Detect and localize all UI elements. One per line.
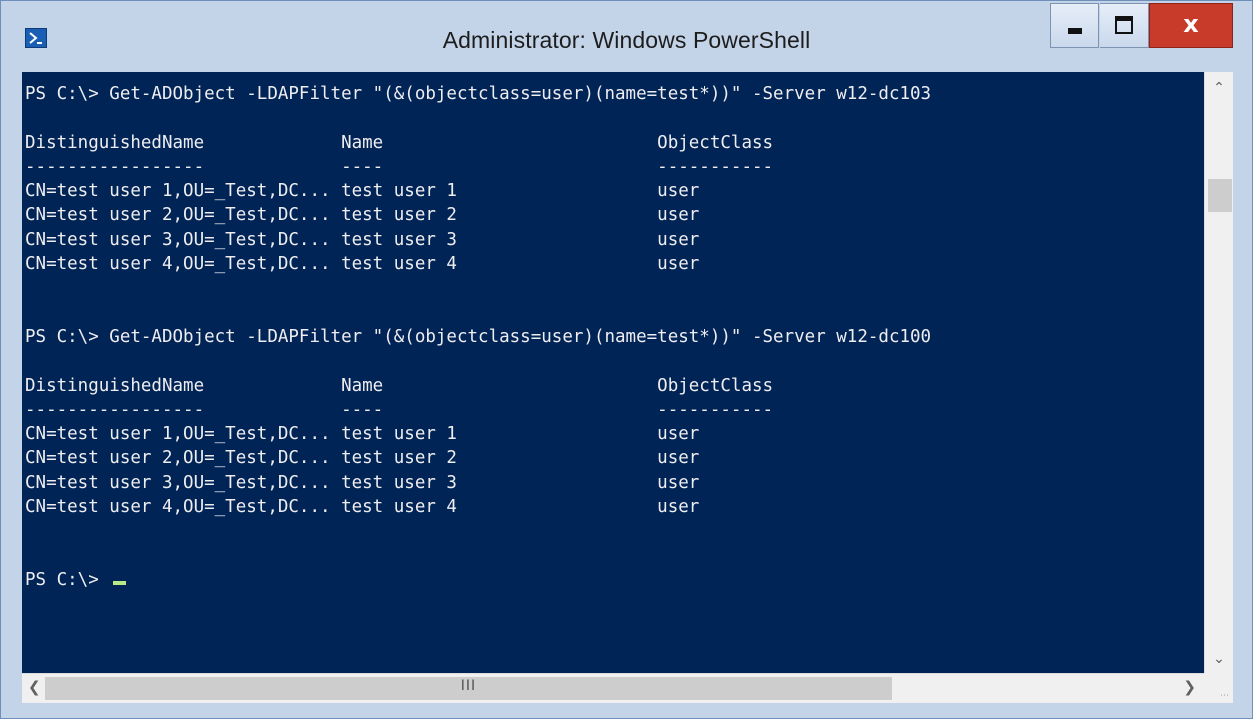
console-line: PS C:\> Get-ADObject -LDAPFilter "(&(obj… bbox=[25, 84, 932, 104]
console-line: CN=test user 2,OU=_Test,DC... test user … bbox=[25, 205, 700, 226]
console-line: DistinguishedName Name ObjectClass bbox=[25, 375, 774, 396]
console-line: CN=test user 3,OU=_Test,DC... test user … bbox=[25, 229, 700, 250]
title-bar[interactable]: Administrator: Windows PowerShell x bbox=[1, 1, 1252, 72]
chevron-left-icon[interactable]: ❮ bbox=[28, 678, 41, 696]
console-line: CN=test user 1,OU=_Test,DC... test user … bbox=[25, 424, 700, 445]
console-line: CN=test user 3,OU=_Test,DC... test user … bbox=[25, 472, 700, 493]
console-text: PS C:\> Get-ADObject -LDAPFilter "(&(obj… bbox=[22, 72, 1204, 592]
resize-grip-icon: ⋯ bbox=[1220, 691, 1229, 701]
maximize-icon bbox=[1115, 16, 1133, 34]
vertical-scroll-thumb[interactable] bbox=[1208, 179, 1232, 212]
resize-grip[interactable]: ⋯ bbox=[1204, 673, 1233, 703]
horizontal-scrollbar[interactable]: ❮ III ❯ bbox=[22, 673, 1204, 703]
console-line: CN=test user 2,OU=_Test,DC... test user … bbox=[25, 448, 700, 469]
horizontal-scroll-thumb[interactable]: III bbox=[45, 677, 892, 700]
console-line: ----------------- ---- ----------- bbox=[25, 156, 774, 177]
console-line: DistinguishedName Name ObjectClass bbox=[25, 132, 774, 153]
console-line: PS C:\> Get-ADObject -LDAPFilter "(&(obj… bbox=[25, 326, 932, 347]
close-button[interactable]: x bbox=[1149, 3, 1233, 48]
console-line: CN=test user 4,OU=_Test,DC... test user … bbox=[25, 497, 700, 518]
console-line: ----------------- ---- ----------- bbox=[25, 399, 774, 420]
maximize-button[interactable] bbox=[1100, 3, 1149, 48]
vertical-scrollbar[interactable]: ⌃ ⌄ bbox=[1204, 72, 1233, 673]
chevron-down-icon[interactable]: ⌄ bbox=[1205, 651, 1233, 667]
console-lines: PS C:\> Get-ADObject -LDAPFilter "(&(obj… bbox=[25, 84, 931, 590]
close-icon: x bbox=[1183, 10, 1199, 38]
chevron-right-icon[interactable]: ❯ bbox=[1183, 678, 1196, 696]
text-cursor bbox=[113, 580, 127, 585]
minimize-button[interactable] bbox=[1050, 3, 1099, 48]
chevron-up-icon[interactable]: ⌃ bbox=[1205, 80, 1233, 96]
minimize-icon bbox=[1068, 28, 1082, 34]
console-line: PS C:\> bbox=[25, 569, 110, 590]
powershell-window: Administrator: Windows PowerShell x PS C… bbox=[0, 0, 1253, 719]
console-output[interactable]: PS C:\> Get-ADObject -LDAPFilter "(&(obj… bbox=[22, 72, 1204, 673]
scroll-grip: III bbox=[460, 678, 477, 694]
console-line: CN=test user 1,OU=_Test,DC... test user … bbox=[25, 181, 700, 202]
console-line: CN=test user 4,OU=_Test,DC... test user … bbox=[25, 254, 700, 275]
